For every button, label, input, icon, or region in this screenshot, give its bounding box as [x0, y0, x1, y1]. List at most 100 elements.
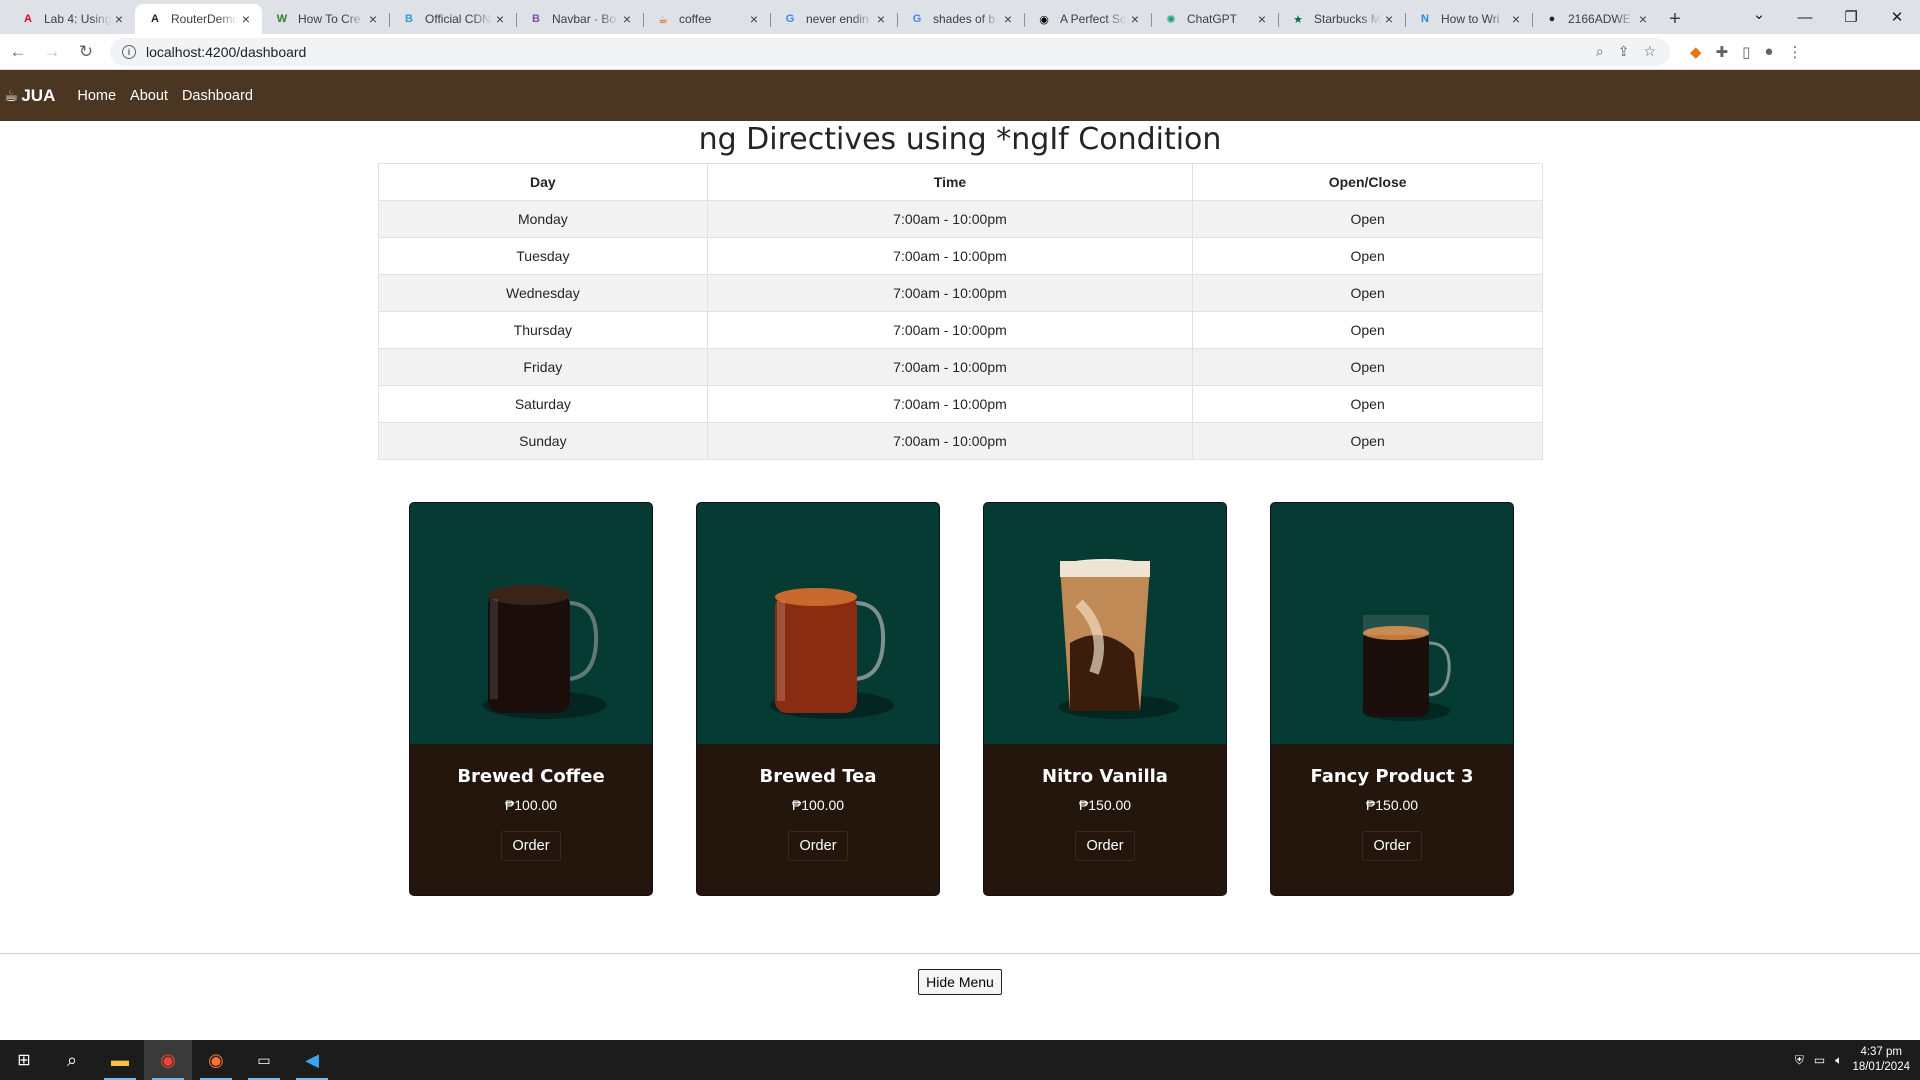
address-bar[interactable]: i localhost:4200/dashboard ⌕ ⇪ ☆ — [110, 37, 1670, 66]
cell-status: Open — [1192, 385, 1543, 423]
site-info-icon[interactable]: i — [122, 44, 136, 59]
brand-link[interactable]: ☕ JUA — [4, 86, 55, 106]
search-icon[interactable]: ⌕ — [48, 1040, 96, 1080]
network-vpn-icon[interactable]: ⛨ — [1795, 1053, 1804, 1068]
bootstrap-icon: B — [532, 13, 540, 25]
browser-tab[interactable]: W How To Cre × — [262, 4, 389, 34]
volume-icon[interactable]: 🔈︎ — [1835, 1053, 1842, 1068]
table-row: Saturday 7:00am - 10:00pm Open — [378, 385, 1543, 423]
browser-tab[interactable]: ★ Starbucks M × — [1278, 4, 1405, 34]
browser-tab[interactable]: ☕ coffee × — [643, 4, 770, 34]
browser-tab[interactable]: A RouterDemo × — [135, 4, 262, 34]
google-icon: G — [785, 13, 795, 25]
close-tab-icon[interactable]: × — [238, 11, 254, 27]
close-tab-icon[interactable]: × — [111, 11, 127, 27]
nav-link-home[interactable]: Home — [77, 88, 116, 104]
tab-title: never endin — [806, 12, 869, 26]
divider — [0, 953, 1920, 954]
close-tab-icon[interactable]: × — [492, 11, 508, 27]
share-icon[interactable]: ⇪ — [1618, 43, 1630, 60]
zoom-icon[interactable]: ⌕ — [1596, 43, 1604, 60]
column-header-open-close: Open/Close — [1192, 163, 1543, 201]
product-image — [1271, 503, 1513, 744]
vscode-icon[interactable]: ◀ — [288, 1040, 336, 1080]
product-price: ₱150.00 — [1078, 797, 1132, 813]
close-window-button[interactable]: ✕ — [1874, 8, 1920, 26]
table-row: Wednesday 7:00am - 10:00pm Open — [378, 274, 1543, 312]
browser-tab[interactable]: A Lab 4: Using × — [8, 4, 135, 34]
chrome-icon[interactable]: ◉ — [144, 1040, 192, 1080]
terminal-icon[interactable]: ▭ — [240, 1040, 288, 1080]
network-icon[interactable]: ▭ — [1814, 1053, 1825, 1067]
order-button[interactable]: Order — [501, 831, 561, 861]
page-title: ng Directives using *ngIf Condition — [698, 122, 1222, 157]
bookmark-star-icon[interactable]: ☆ — [1643, 43, 1656, 60]
medium-icon: ◉ — [1039, 13, 1049, 26]
close-tab-icon[interactable]: × — [619, 11, 635, 27]
close-tab-icon[interactable]: × — [1254, 11, 1270, 27]
reload-button[interactable]: ↻ — [70, 38, 102, 66]
restore-button[interactable]: ❐ — [1828, 8, 1874, 26]
file-explorer-icon[interactable]: ▬ — [96, 1040, 144, 1080]
minimize-button[interactable]: — — [1782, 9, 1828, 26]
table-body: Monday 7:00am - 10:00pm Open Tuesday 7:00am … — [378, 200, 1543, 460]
wikihow-icon: W — [276, 13, 288, 25]
bootstrap-cdn-icon: B — [405, 13, 413, 25]
tab-search-icon[interactable]: ⌄ — [1736, 0, 1782, 34]
close-tab-icon[interactable]: × — [873, 11, 889, 27]
product-image — [697, 503, 939, 744]
coffee-tab-icon: ☕ — [658, 13, 668, 26]
card-body: Brewed Tea ₱100.00 Order — [697, 744, 939, 895]
cell-time: 7:00am - 10:00pm — [706, 385, 1194, 423]
close-tab-icon[interactable]: × — [1381, 11, 1397, 27]
hide-menu-button[interactable]: Hide Menu — [918, 969, 1002, 995]
close-tab-icon[interactable]: × — [1127, 11, 1143, 27]
product-name: Fancy Product 3 — [1310, 766, 1474, 787]
browser-tab[interactable]: ◉ A Perfect Sc × — [1024, 4, 1151, 34]
os-taskbar: ⊞ ⌕ ▬ ◉ ◉ ▭ ◀ ⛨ ▭ 🔈︎ 4:37 pm 18/01/2024 — [0, 1040, 1920, 1080]
close-tab-icon[interactable]: × — [746, 11, 762, 27]
cell-day: Tuesday — [378, 237, 708, 275]
close-tab-icon[interactable]: × — [1635, 11, 1651, 27]
order-button[interactable]: Order — [788, 831, 848, 861]
nav-link-about[interactable]: About — [130, 88, 168, 104]
cell-time: 7:00am - 10:00pm — [706, 200, 1194, 238]
order-button[interactable]: Order — [1075, 831, 1135, 861]
firefox-icon[interactable]: ◉ — [192, 1040, 240, 1080]
close-tab-icon[interactable]: × — [365, 11, 381, 27]
forward-button[interactable]: → — [36, 38, 68, 66]
close-tab-icon[interactable]: × — [1000, 11, 1016, 27]
system-clock[interactable]: 4:37 pm 18/01/2024 — [1852, 1045, 1910, 1075]
table-row: Thursday 7:00am - 10:00pm Open — [378, 311, 1543, 349]
url-text[interactable]: localhost:4200/dashboard — [146, 44, 1596, 60]
browser-menu-icon[interactable]: ⋮ — [1787, 43, 1802, 61]
metamask-extension-icon[interactable]: ◆ — [1690, 43, 1702, 61]
cell-time: 7:00am - 10:00pm — [706, 311, 1194, 349]
windows-start-icon[interactable]: ⊞ — [0, 1040, 48, 1080]
table-row: Sunday 7:00am - 10:00pm Open — [378, 422, 1543, 460]
card-body: Fancy Product 3 ₱150.00 Order — [1271, 744, 1513, 895]
nav-link-dashboard[interactable]: Dashboard — [182, 88, 253, 104]
close-tab-icon[interactable]: × — [1508, 11, 1524, 27]
cell-status: Open — [1192, 200, 1543, 238]
chatgpt-icon: ✺ — [1166, 13, 1176, 26]
order-button[interactable]: Order — [1362, 831, 1422, 861]
extensions-puzzle-icon[interactable]: ✚ — [1716, 43, 1729, 61]
browser-tab[interactable]: B Navbar · Bo × — [516, 4, 643, 34]
google-icon: G — [912, 13, 922, 25]
browser-tab[interactable]: ● 2166ADWE × — [1532, 4, 1659, 34]
browser-tab[interactable]: N How to Wri × — [1405, 4, 1532, 34]
browser-tab[interactable]: B Official CDN × — [389, 4, 516, 34]
browser-tab[interactable]: Gnever endin × — [770, 4, 897, 34]
product-image — [410, 503, 652, 744]
product-card: Brewed Coffee ₱100.00 Order — [409, 502, 653, 896]
back-button[interactable]: ← — [2, 38, 34, 66]
new-tab-button[interactable]: + — [1659, 4, 1691, 34]
side-panel-icon[interactable]: ▯ — [1742, 43, 1750, 61]
cell-time: 7:00am - 10:00pm — [706, 348, 1194, 386]
profile-avatar-icon[interactable]: ● — [1764, 43, 1773, 60]
table-row: Tuesday 7:00am - 10:00pm Open — [378, 237, 1543, 275]
product-card: Brewed Tea ₱100.00 Order — [696, 502, 940, 896]
browser-tab[interactable]: Gshades of b × — [897, 4, 1024, 34]
browser-tab[interactable]: ✺ ChatGPT × — [1151, 4, 1278, 34]
